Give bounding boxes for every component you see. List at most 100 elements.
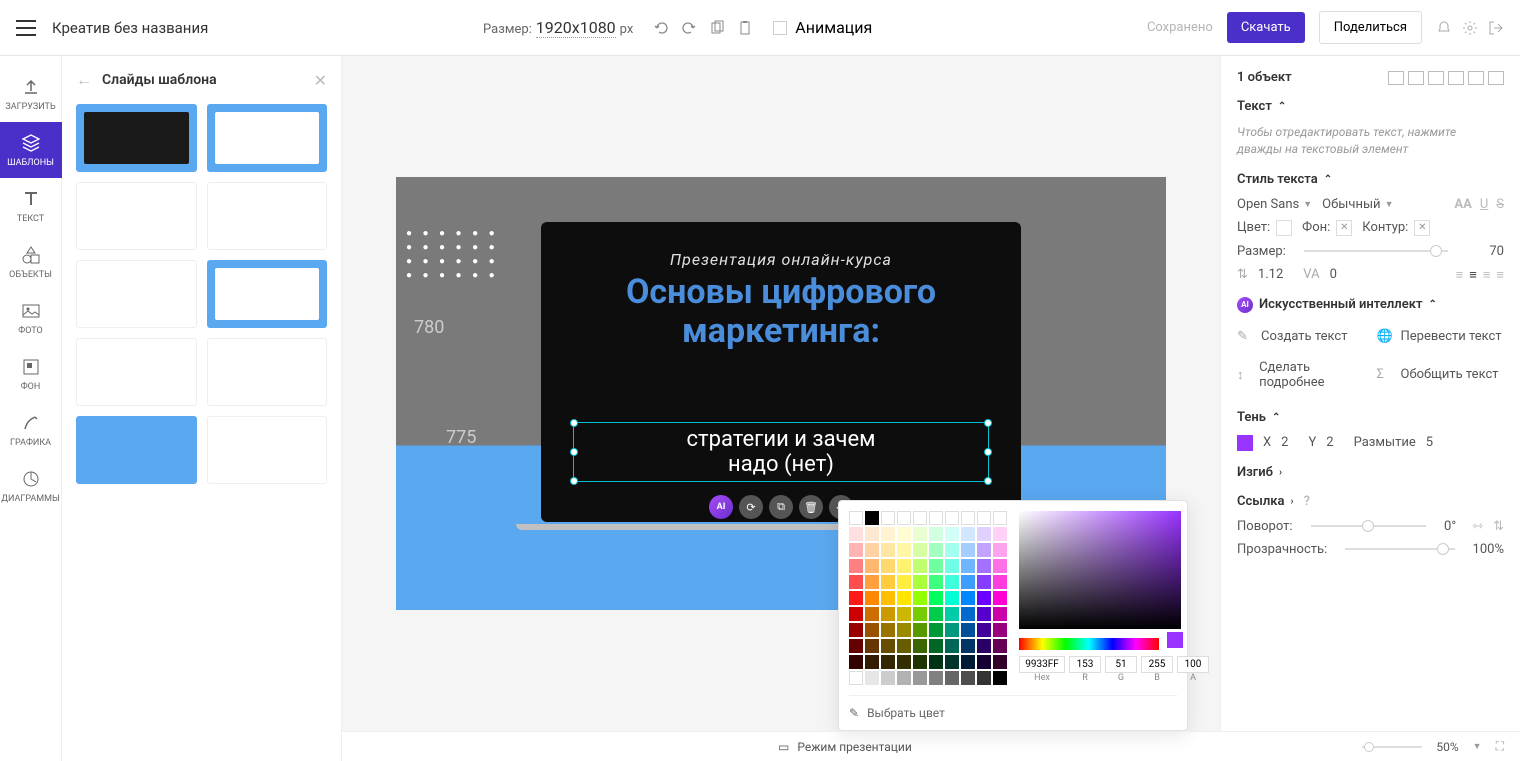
color-swatch[interactable] (865, 671, 879, 685)
color-swatch[interactable] (945, 527, 959, 541)
color-swatch[interactable] (849, 543, 863, 557)
color-swatch[interactable] (881, 511, 895, 525)
color-swatch[interactable] (993, 607, 1007, 621)
flip-v-icon[interactable]: ⇅ (1493, 519, 1504, 534)
template-thumb[interactable] (207, 104, 328, 172)
animation-checkbox[interactable] (773, 21, 787, 35)
bell-icon[interactable] (1436, 20, 1452, 36)
selected-text-element[interactable]: стратегии и зачем надо (нет) AI ⟳ ⧉ 🗑 ⋯ (573, 422, 989, 482)
shadow-color-swatch[interactable] (1237, 435, 1253, 451)
shadow-x-value[interactable]: 2 (1281, 435, 1288, 450)
main-heading[interactable]: Основы цифрового маркетинга: (565, 273, 997, 351)
text-align-right-icon[interactable]: ≡ (1483, 267, 1491, 283)
color-swatch[interactable] (929, 591, 943, 605)
color-swatch[interactable] (913, 543, 927, 557)
color-swatch[interactable] (865, 607, 879, 621)
resize-handle[interactable] (570, 448, 578, 456)
color-swatch[interactable] (881, 607, 895, 621)
animation-toggle[interactable]: Анимация (773, 18, 872, 37)
color-swatch[interactable] (945, 575, 959, 589)
font-dropdown[interactable]: Open Sans▼ (1237, 197, 1312, 212)
color-swatch[interactable] (977, 639, 991, 653)
paste-icon[interactable] (737, 20, 753, 36)
color-swatch[interactable] (945, 655, 959, 669)
color-swatch[interactable] (929, 655, 943, 669)
template-thumb[interactable] (76, 104, 197, 172)
color-swatch[interactable] (993, 575, 1007, 589)
strikethrough-icon[interactable]: S (1496, 197, 1504, 212)
text-align-justify-icon[interactable]: ≡ (1496, 267, 1504, 283)
color-swatch[interactable] (929, 527, 943, 541)
color-swatch[interactable] (897, 559, 911, 573)
resize-handle[interactable] (570, 419, 578, 427)
color-swatch[interactable] (977, 623, 991, 637)
color-swatch[interactable] (881, 655, 895, 669)
color-swatch[interactable] (945, 559, 959, 573)
color-swatch[interactable] (929, 623, 943, 637)
r-input[interactable] (1069, 656, 1101, 673)
text-color-field[interactable]: Цвет: (1237, 220, 1292, 236)
color-swatch[interactable] (961, 527, 975, 541)
color-swatch[interactable] (913, 575, 927, 589)
text-bg-field[interactable]: Фон:✕ (1302, 220, 1352, 236)
presentation-mode-button[interactable]: Режим презентации (797, 740, 911, 754)
template-thumb[interactable] (76, 338, 197, 406)
saturation-lightness-area[interactable] (1019, 511, 1181, 629)
resize-handle[interactable] (984, 477, 992, 485)
rail-diagrams[interactable]: ДИАГРАММЫ (0, 458, 62, 514)
color-swatch[interactable] (977, 575, 991, 589)
color-swatch[interactable] (897, 607, 911, 621)
resize-handle[interactable] (570, 477, 578, 485)
color-swatch[interactable] (913, 511, 927, 525)
align-center-v-icon[interactable] (1468, 71, 1484, 85)
color-swatch[interactable] (865, 655, 879, 669)
color-swatch[interactable] (881, 527, 895, 541)
redo-icon[interactable] (681, 20, 697, 36)
help-icon[interactable]: ? (1304, 494, 1310, 509)
rail-text[interactable]: ТЕКСТ (0, 178, 62, 234)
ai-expand-text[interactable]: ↕Сделать подробнее (1237, 360, 1365, 390)
color-swatch[interactable] (849, 511, 863, 525)
rail-objects[interactable]: ОБЪЕКТЫ (0, 234, 62, 290)
color-swatch[interactable] (913, 655, 927, 669)
opacity-slider[interactable] (1345, 548, 1454, 550)
color-swatch[interactable] (993, 527, 1007, 541)
link-section-header[interactable]: Ссылка › ? (1237, 494, 1504, 509)
presentation-icon[interactable]: ▭ (778, 740, 789, 754)
color-swatch[interactable] (865, 623, 879, 637)
color-swatch[interactable] (929, 671, 943, 685)
color-swatch[interactable] (945, 543, 959, 557)
text-style-section-header[interactable]: Стиль текста ⌃ (1237, 172, 1504, 187)
color-swatch[interactable] (881, 639, 895, 653)
align-top-icon[interactable] (1448, 71, 1464, 85)
color-swatch[interactable] (913, 623, 927, 637)
rotate-value[interactable]: 0° (1444, 519, 1456, 534)
template-thumb[interactable] (207, 416, 328, 484)
blur-value[interactable]: 5 (1426, 435, 1433, 450)
a-input[interactable] (1177, 656, 1209, 673)
color-swatch[interactable] (849, 591, 863, 605)
color-swatch[interactable] (849, 623, 863, 637)
color-swatch[interactable] (961, 591, 975, 605)
rail-graphic[interactable]: ГРАФИКА (0, 402, 62, 458)
copy-icon[interactable] (709, 20, 725, 36)
color-swatch[interactable] (897, 543, 911, 557)
undo-icon[interactable] (653, 20, 669, 36)
color-swatch[interactable] (913, 639, 927, 653)
ai-create-text[interactable]: ✎Создать текст (1237, 329, 1365, 344)
color-swatch[interactable] (929, 607, 943, 621)
exit-icon[interactable] (1488, 20, 1504, 36)
ai-button[interactable]: AI (709, 495, 733, 519)
color-swatch[interactable] (961, 623, 975, 637)
color-swatch[interactable] (945, 671, 959, 685)
template-thumb[interactable] (207, 260, 328, 328)
color-swatch[interactable] (945, 607, 959, 621)
share-button[interactable]: Поделиться (1319, 11, 1422, 44)
color-swatch[interactable] (993, 655, 1007, 669)
shadow-y-value[interactable]: 2 (1326, 435, 1333, 450)
text-align-center-icon[interactable]: ≡ (1469, 267, 1477, 283)
flip-h-icon[interactable]: ⇿ (1472, 519, 1483, 534)
align-bottom-icon[interactable] (1488, 71, 1504, 85)
rail-background[interactable]: ФОН (0, 346, 62, 402)
zoom-dropdown-icon[interactable]: ▼ (1473, 741, 1482, 752)
